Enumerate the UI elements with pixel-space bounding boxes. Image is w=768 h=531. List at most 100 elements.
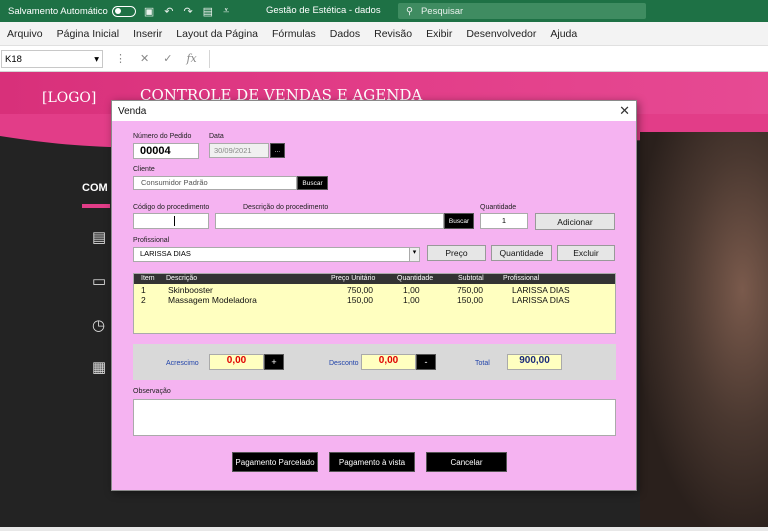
table-row[interactable]: 1 Skinbooster 750,00 1,00 750,00 LARISSA… — [134, 284, 615, 295]
file-icon[interactable]: ▤ — [203, 5, 213, 18]
notes-field[interactable] — [133, 399, 616, 436]
dialog-title: Venda — [118, 105, 147, 117]
search-icon: ⚲ — [406, 5, 413, 17]
menu-inserir[interactable]: Inserir — [126, 28, 169, 40]
save-icon[interactable]: ▣ — [144, 5, 154, 18]
document-title[interactable]: Gestão de Estética - dados — [266, 5, 381, 16]
cell-professional: LARISSA DIAS — [512, 295, 570, 305]
menu-desenvolvedor[interactable]: Desenvolvedor — [459, 28, 543, 40]
client-label: Cliente — [133, 166, 155, 173]
total-label: Total — [475, 360, 490, 367]
professional-label: Profissional — [133, 237, 170, 244]
customize-icon[interactable]: ⩡ — [223, 5, 229, 18]
date-label: Data — [209, 133, 224, 140]
delete-button[interactable]: Excluir — [557, 245, 615, 261]
notes-label: Observação — [133, 388, 171, 395]
menu-formulas[interactable]: Fórmulas — [265, 28, 323, 40]
search-placeholder: Pesquisar — [420, 5, 464, 17]
menu-pagina-inicial[interactable]: Página Inicial — [50, 28, 126, 40]
grid-header-item: Item — [141, 275, 155, 282]
dialog-title-bar: Venda ✕ — [112, 101, 636, 121]
discount-label: Desconto — [329, 360, 359, 367]
items-grid[interactable]: Item Descrição Preço Unitário Quantidade… — [133, 273, 616, 334]
grid-header-price: Preço Unitário — [331, 275, 376, 282]
add-button[interactable]: Adicionar — [535, 213, 615, 230]
proc-desc-label: Descrição do procedimento — [243, 204, 329, 211]
addition-label: Acrescimo — [166, 360, 199, 367]
cell-desc: Massagem Modeladora — [168, 295, 257, 305]
proc-search-button[interactable]: Buscar — [444, 213, 474, 229]
formula-input[interactable] — [208, 49, 764, 68]
qty-field[interactable]: 1 — [480, 213, 528, 229]
calendar-icon[interactable]: ▦ — [92, 358, 106, 376]
close-icon[interactable]: ✕ — [619, 103, 630, 119]
register-icon[interactable]: ▤ — [92, 228, 106, 246]
cell-subtotal: 150,00 — [457, 295, 483, 305]
total-field: 900,00 — [507, 354, 562, 370]
price-button[interactable]: Preço — [427, 245, 486, 261]
grid-header-desc: Descrição — [166, 275, 198, 282]
formula-icons: ⋮ ✕ ✓ fx — [103, 52, 209, 65]
monitor-icon[interactable]: ▭ — [92, 272, 106, 290]
client-search-button[interactable]: Buscar — [297, 176, 328, 190]
more-icon: ⋮ — [115, 53, 126, 65]
face-photo — [640, 132, 768, 527]
grid-header-qty: Quantidade — [397, 275, 434, 282]
proc-desc-field[interactable] — [215, 213, 444, 229]
text-cursor — [174, 216, 175, 226]
discount-field[interactable]: 0,00 — [361, 354, 416, 370]
pay-cash-button[interactable]: Pagamento à vista — [329, 452, 415, 472]
autosave-toggle[interactable] — [111, 5, 136, 17]
addition-field[interactable]: 0,00 — [209, 354, 264, 370]
chevron-down-icon: ▾ — [94, 53, 99, 65]
autosave: Salvamento Automático — [8, 5, 136, 17]
proc-code-field[interactable] — [133, 213, 209, 229]
date-field[interactable]: 30/09/2021 — [209, 143, 269, 158]
title-bar: Salvamento Automático ▣ ↶ ↷ ▤ ⩡ Gestão d… — [0, 0, 768, 22]
grid-header-subtotal: Subtotal — [458, 275, 484, 282]
fx-icon[interactable]: fx — [186, 52, 196, 65]
name-box[interactable]: K18 ▾ — [1, 49, 103, 68]
grid-header-professional: Profissional — [503, 275, 540, 282]
sales-dialog: Venda ✕ Número do Pedido 00004 Data 30/0… — [111, 100, 637, 491]
grid-header: Item Descrição Preço Unitário Quantidade… — [134, 274, 615, 284]
totals-panel: Acrescimo 0,00 + Desconto 0,00 - Total 9… — [133, 344, 616, 380]
menu-exibir[interactable]: Exibir — [419, 28, 459, 40]
order-label: Número do Pedido — [133, 133, 192, 140]
side-underline — [82, 204, 110, 208]
logo-placeholder: [LOGO] — [42, 90, 97, 106]
table-row[interactable]: 2 Massagem Modeladora 150,00 1,00 150,00… — [134, 294, 615, 305]
date-picker-button[interactable]: ... — [270, 143, 285, 158]
menu-bar: Arquivo Página Inicial Inserir Layout da… — [0, 22, 768, 46]
menu-arquivo[interactable]: Arquivo — [0, 28, 50, 40]
menu-layout[interactable]: Layout da Página — [169, 28, 265, 40]
menu-dados[interactable]: Dados — [323, 28, 367, 40]
check-icon[interactable]: ✓ — [163, 52, 172, 65]
cell-price: 150,00 — [347, 295, 373, 305]
addition-button[interactable]: + — [264, 354, 284, 370]
cancel-button[interactable]: Cancelar — [426, 452, 507, 472]
chevron-down-icon[interactable]: ▾ — [409, 248, 419, 261]
proc-code-label: Código do procedimento — [133, 204, 210, 211]
redo-icon[interactable]: ↷ — [183, 5, 192, 18]
discount-button[interactable]: - — [416, 354, 436, 370]
pay-installments-button[interactable]: Pagamento Parcelado — [232, 452, 318, 472]
quick-access: ▣ ↶ ↷ ▤ ⩡ — [144, 5, 229, 18]
cancel-icon[interactable]: ✕ — [140, 52, 149, 65]
menu-revisao[interactable]: Revisão — [367, 28, 419, 40]
client-field[interactable]: Consumidor Padrão — [133, 176, 297, 190]
undo-icon[interactable]: ↶ — [164, 5, 173, 18]
professional-select[interactable]: LARISSA DIAS ▾ — [133, 247, 420, 262]
quantity-button[interactable]: Quantidade — [491, 245, 552, 261]
search-box[interactable]: ⚲ Pesquisar — [398, 3, 646, 19]
clock-icon[interactable]: ◷ — [92, 316, 105, 334]
cell-ref: K18 — [5, 53, 22, 65]
status-bar — [0, 527, 768, 531]
order-number-field[interactable]: 00004 — [133, 143, 199, 159]
menu-ajuda[interactable]: Ajuda — [543, 28, 584, 40]
qty-label: Quantidade — [480, 204, 517, 211]
professional-value: LARISSA DIAS — [140, 249, 191, 258]
cell-item: 2 — [141, 295, 146, 305]
formula-bar: K18 ▾ ⋮ ✕ ✓ fx — [0, 46, 768, 72]
cell-qty: 1,00 — [403, 295, 420, 305]
